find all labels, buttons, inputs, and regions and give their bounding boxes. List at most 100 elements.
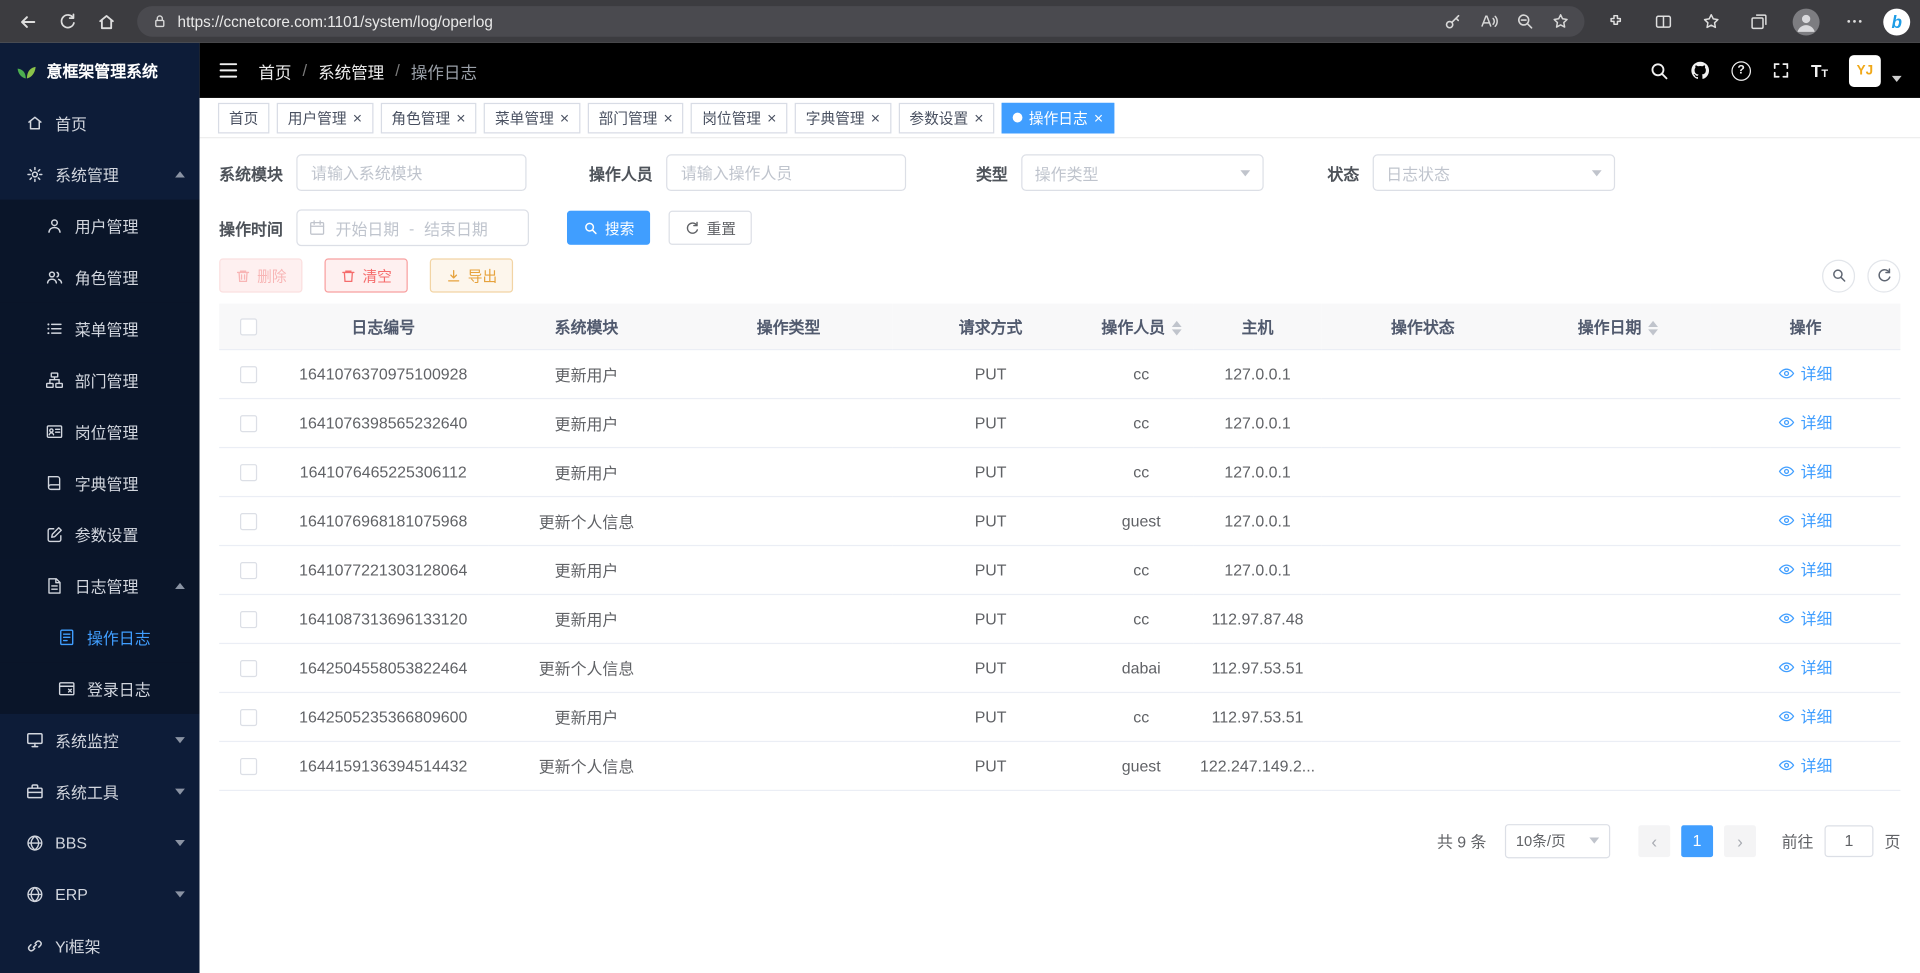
sidebar-item-bbs[interactable]: BBS (0, 817, 200, 868)
close-icon[interactable]: × (974, 110, 983, 126)
col-date[interactable]: 操作日期 (1524, 304, 1710, 349)
sidebar-item-operlog[interactable]: 操作日志 (0, 611, 200, 662)
page-number-current[interactable]: 1 (1681, 825, 1713, 857)
toggle-search-icon[interactable] (1822, 259, 1855, 292)
row-checkbox[interactable] (240, 611, 257, 628)
sidebar-item-users[interactable]: 用户管理 (0, 200, 200, 251)
goto-page-input[interactable] (1824, 825, 1873, 857)
sidebar-item-erp[interactable]: ERP (0, 868, 200, 919)
collapse-menu-icon[interactable] (218, 60, 239, 81)
tab-params[interactable]: 参数设置× (898, 102, 994, 133)
extensions-icon[interactable] (1597, 6, 1634, 38)
search-button[interactable]: 搜索 (567, 211, 650, 245)
refresh-button[interactable] (49, 6, 86, 38)
sidebar-item-posts[interactable]: 岗位管理 (0, 405, 200, 456)
user-avatar[interactable]: YJ (1849, 54, 1881, 86)
close-icon[interactable]: × (456, 110, 465, 126)
tab-dicts[interactable]: 字典管理× (795, 102, 891, 133)
export-button[interactable]: 导出 (430, 258, 513, 292)
detail-link[interactable]: 详细 (1779, 557, 1833, 580)
module-input[interactable] (296, 154, 526, 191)
tab-roles[interactable]: 角色管理× (380, 102, 476, 133)
clear-button[interactable]: 清空 (325, 258, 408, 292)
col-operator[interactable]: 操作人员 (1089, 304, 1194, 349)
row-checkbox[interactable] (240, 464, 257, 481)
settings-more-icon[interactable] (1836, 6, 1873, 38)
row-checkbox[interactable] (240, 415, 257, 432)
status-select[interactable]: 日志状态 (1373, 154, 1615, 191)
next-page-button[interactable]: › (1724, 825, 1756, 857)
add-favorite-star-icon[interactable] (1551, 12, 1569, 30)
profile-avatar[interactable] (1788, 6, 1825, 38)
sidebar-item-logs[interactable]: 日志管理 (0, 560, 200, 611)
sidebar-item-dicts[interactable]: 字典管理 (0, 457, 200, 508)
sort-carets-icon[interactable] (1171, 321, 1181, 336)
help-icon[interactable] (1731, 61, 1751, 81)
read-aloud-icon[interactable] (1479, 12, 1499, 30)
collections-icon[interactable] (1740, 6, 1777, 38)
password-key-icon[interactable] (1444, 12, 1462, 30)
detail-link[interactable]: 详细 (1779, 508, 1833, 531)
reset-button[interactable]: 重置 (669, 211, 752, 245)
sidebar-item-monitor[interactable]: 系统监控 (0, 714, 200, 765)
sidebar-item-params[interactable]: 参数设置 (0, 508, 200, 559)
sidebar-item-menus[interactable]: 菜单管理 (0, 302, 200, 353)
github-icon[interactable] (1690, 60, 1711, 81)
font-size-icon[interactable] (1811, 61, 1828, 81)
close-icon[interactable]: × (664, 110, 673, 126)
tab-home[interactable]: 首页 (218, 102, 269, 133)
detail-link[interactable]: 详细 (1779, 704, 1833, 727)
refresh-table-icon[interactable] (1867, 259, 1900, 292)
sort-carets-icon[interactable] (1648, 321, 1658, 336)
sidebar-item-yi-framework[interactable]: Yi框架 (0, 920, 200, 971)
close-icon[interactable]: × (560, 110, 569, 126)
row-checkbox[interactable] (240, 562, 257, 579)
copilot-icon[interactable] (1883, 8, 1910, 35)
breadcrumb-home[interactable]: 首页 (258, 58, 291, 82)
close-icon[interactable]: × (1094, 110, 1103, 126)
tab-operlog[interactable]: 操作日志× (1002, 102, 1114, 133)
favorites-icon[interactable] (1692, 6, 1729, 38)
operator-input[interactable] (666, 154, 906, 191)
delete-button[interactable]: 删除 (219, 258, 302, 292)
close-icon[interactable]: × (353, 110, 362, 126)
split-screen-icon[interactable] (1644, 6, 1681, 38)
row-checkbox[interactable] (240, 758, 257, 775)
select-all-checkbox[interactable] (240, 318, 257, 335)
close-icon[interactable]: × (871, 110, 880, 126)
search-icon[interactable] (1649, 61, 1669, 81)
zoom-out-icon[interactable] (1516, 12, 1534, 30)
tab-depts[interactable]: 部门管理× (588, 102, 684, 133)
detail-link[interactable]: 详细 (1779, 753, 1833, 776)
sidebar-item-system[interactable]: 系统管理 (0, 148, 200, 199)
detail-link[interactable]: 详细 (1779, 411, 1833, 434)
tab-posts[interactable]: 岗位管理× (691, 102, 787, 133)
detail-link[interactable]: 详细 (1779, 655, 1833, 678)
row-checkbox[interactable] (240, 709, 257, 726)
caret-down-icon[interactable] (1892, 75, 1902, 81)
sidebar-item-home[interactable]: 首页 (0, 97, 200, 148)
type-select[interactable]: 操作类型 (1021, 154, 1263, 191)
prev-page-button[interactable]: ‹ (1638, 825, 1670, 857)
detail-link[interactable]: 详细 (1779, 362, 1833, 385)
back-button[interactable] (10, 6, 47, 38)
date-range-picker[interactable]: 开始日期 - 结束日期 (296, 209, 529, 246)
page-size-select[interactable]: 10条/页 (1505, 823, 1610, 857)
row-checkbox[interactable] (240, 660, 257, 677)
fullscreen-icon[interactable] (1772, 61, 1790, 79)
home-button[interactable] (88, 6, 125, 38)
sidebar-item-loginlog[interactable]: 登录日志 (0, 662, 200, 713)
tab-users[interactable]: 用户管理× (277, 102, 373, 133)
sidebar-item-roles[interactable]: 角色管理 (0, 251, 200, 302)
sidebar-item-depts[interactable]: 部门管理 (0, 354, 200, 405)
breadcrumb-system[interactable]: 系统管理 (318, 58, 384, 82)
detail-link[interactable]: 详细 (1779, 606, 1833, 629)
address-bar[interactable]: https://ccnetcore.com:1101/system/log/op… (137, 6, 1584, 37)
sidebar-item-tools[interactable]: 系统工具 (0, 765, 200, 816)
app-logo[interactable]: 意框架管理系统 (0, 43, 200, 97)
close-icon[interactable]: × (767, 110, 776, 126)
row-checkbox[interactable] (240, 366, 257, 383)
tab-menus[interactable]: 菜单管理× (484, 102, 580, 133)
detail-link[interactable]: 详细 (1779, 459, 1833, 482)
row-checkbox[interactable] (240, 513, 257, 530)
